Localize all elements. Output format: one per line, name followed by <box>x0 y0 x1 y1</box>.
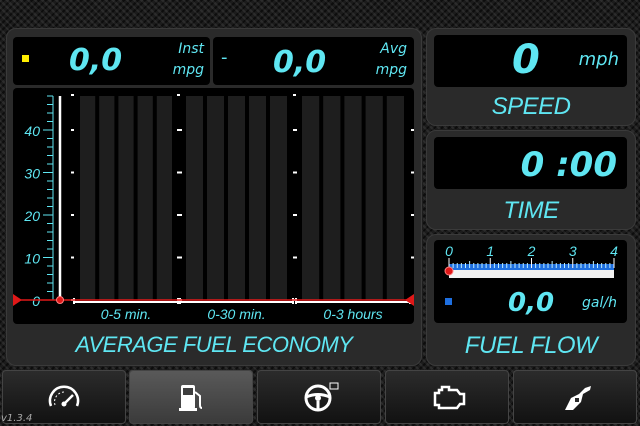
nav-button-refuel[interactable] <box>513 370 637 424</box>
chart-bar-slot <box>323 96 341 300</box>
chart-y-tick-label: 30 <box>24 166 40 182</box>
chart-group-tick <box>411 171 414 174</box>
inst-mpg-value: 0,0 <box>69 43 123 78</box>
nav-button-trip[interactable] <box>257 370 381 424</box>
chart-group-tick <box>177 214 180 216</box>
chart-y-tick-label: 10 <box>24 251 40 267</box>
chart-bar-slot <box>365 96 383 300</box>
speed-display: 0 mph <box>434 35 627 87</box>
chart-group-label: 0-5 min. <box>101 306 152 322</box>
chart-right-arrow <box>405 294 414 306</box>
engine-icon <box>433 385 466 410</box>
chart-bar-slot <box>386 96 404 300</box>
time-display: 0 :00 <box>434 137 627 189</box>
nav-button-fuel[interactable] <box>129 370 253 424</box>
chart-group-tick <box>411 129 414 131</box>
inst-label: Inst <box>178 41 204 57</box>
inst-unit: mpg <box>172 62 204 78</box>
avg-separator: - <box>221 47 228 68</box>
time-title: TIME <box>503 197 559 224</box>
nav-button-engine[interactable] <box>385 370 509 424</box>
fuel-flow-scale-label: 0 <box>445 243 453 259</box>
fuel-flow-marker-icon <box>445 298 452 305</box>
chart-bar-slot <box>228 96 245 300</box>
fuel-economy-title: AVERAGE FUEL ECONOMY <box>75 332 353 357</box>
chart-group-tick <box>71 214 74 216</box>
inst-marker-icon <box>22 55 29 62</box>
fuel-flow-scale-label: 2 <box>527 243 536 259</box>
speedometer-icon <box>48 385 80 407</box>
chart-y-tick-label: 0 <box>32 293 40 309</box>
chart-group-tick <box>177 171 180 174</box>
chart-group-tick <box>293 171 296 174</box>
chart-bar-slot <box>249 96 266 300</box>
chart-current-marker <box>56 296 64 304</box>
chart-bar-slot <box>270 96 287 300</box>
chart-bar-slot <box>156 96 172 300</box>
chart-group-tick <box>293 256 296 259</box>
time-value: 0 :00 <box>520 145 617 185</box>
chart-group-label: 0-3 hours <box>323 306 382 322</box>
fuel-flow-scale-label: 4 <box>610 243 618 259</box>
chart-bar-slot <box>302 96 320 300</box>
chart-group-tick <box>71 129 74 131</box>
chart-bar-slot <box>137 96 153 300</box>
chart-left-arrow <box>13 294 22 306</box>
version-label: v1.3.4 <box>1 413 33 424</box>
chart-bar-slot <box>80 96 96 300</box>
avg-label: Avg <box>380 41 407 57</box>
fuel-flow-current-marker <box>444 266 454 276</box>
chart-bar-slot <box>186 96 203 300</box>
chart-group-tick <box>71 256 74 259</box>
chart-group-tick <box>71 171 74 174</box>
fuel-flow-title: FUEL FLOW <box>464 332 598 359</box>
chart-bar-slot <box>207 96 224 300</box>
chart-top-tick <box>71 94 74 96</box>
fuel-nozzle-icon <box>565 386 591 410</box>
fuel-flow-unit: gal/h <box>582 295 617 311</box>
speed-unit: mph <box>578 49 619 70</box>
chart-top-tick <box>177 94 180 96</box>
fuel-flow-scale-label: 3 <box>569 243 577 259</box>
steering-wheel-icon <box>304 382 339 412</box>
fuel-flow-value: 0,0 <box>508 288 555 318</box>
fuel-pump-icon <box>179 385 203 411</box>
speed-value: 0 <box>512 37 540 83</box>
inst-mpg-display: 0,0 Inst mpg <box>13 37 210 85</box>
fuel-flow-display: 0 1 2 3 4 0,0 gal/h <box>434 240 627 323</box>
fuel-economy-chart: 0-5 min. 0-30 min. 0-3 hours 0 10 20 30 40 <box>13 88 414 324</box>
chart-y-tick-label: 40 <box>24 123 40 139</box>
chart-bar-slot <box>344 96 362 300</box>
chart-y-tick-label: 20 <box>23 208 40 224</box>
chart-top-tick <box>293 94 296 96</box>
avg-mpg-display: - 0,0 Avg mpg <box>213 37 414 85</box>
chart-group-tick <box>411 256 414 259</box>
chart-group-tick <box>177 256 180 259</box>
chart-bar-slot <box>118 96 134 300</box>
chart-group-tick <box>293 214 296 216</box>
fuel-flow-scale-label: 1 <box>486 243 494 259</box>
chart-group-tick <box>411 214 414 216</box>
avg-unit: mpg <box>375 62 407 78</box>
chart-group-tick <box>177 129 180 131</box>
speed-title: SPEED <box>491 93 571 120</box>
fuel-economy-chart-svg: 0-5 min. 0-30 min. 0-3 hours 0 10 20 30 40 <box>13 94 414 322</box>
avg-mpg-value: 0,0 <box>273 45 327 80</box>
chart-group-label: 0-30 min. <box>207 306 265 322</box>
chart-bar-slot <box>99 96 115 300</box>
chart-group-tick <box>293 129 296 131</box>
fuel-flow-bar-track <box>449 270 614 278</box>
